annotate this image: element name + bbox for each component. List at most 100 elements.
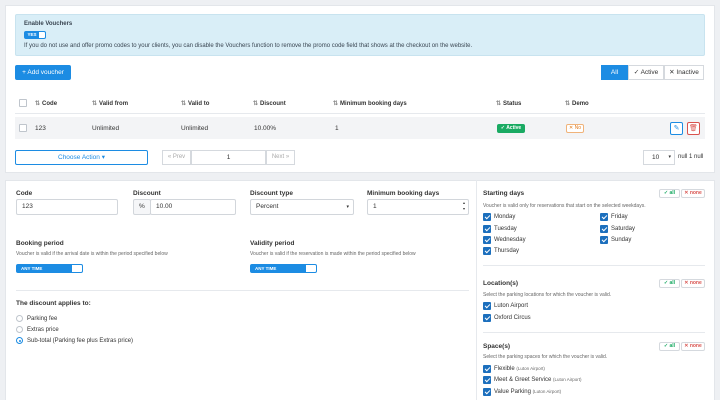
day-tuesday-label: Tuesday: [494, 226, 517, 232]
space-flexible-label: Flexible (Luton Airport): [494, 366, 545, 372]
edit-button[interactable]: ✎: [670, 122, 683, 135]
cell-code: 123: [35, 125, 46, 132]
space-meet-greet-checkbox[interactable]: [483, 376, 491, 384]
status-badge: ✓ Active: [497, 124, 525, 133]
sort-icon: ⇅: [181, 101, 187, 107]
day-friday-label: Friday: [611, 214, 628, 220]
enable-vouchers-toggle[interactable]: YES: [24, 31, 46, 39]
pagination-info: null 1 null: [678, 154, 704, 160]
min-days-label: Minimum booking days: [367, 190, 440, 197]
booking-period-value: ANY TIME: [17, 265, 72, 272]
locations-divider: [483, 332, 705, 333]
cell-min-days: 1: [335, 125, 339, 132]
row-checkbox[interactable]: [19, 124, 27, 132]
demo-badge: ✕ No: [566, 124, 584, 133]
applies-parking-radio[interactable]: [16, 315, 23, 322]
enable-vouchers-title: Enable Vouchers: [24, 21, 73, 27]
sort-icon: ⇅: [253, 101, 259, 107]
prev-page-button[interactable]: « Prev: [162, 150, 191, 165]
locations-help: Select the parking locations for which t…: [483, 292, 612, 298]
stepper-icon[interactable]: ▴ ▾: [463, 200, 465, 212]
days-select-none-button[interactable]: ✕ none: [681, 189, 705, 198]
discount-type-label: Discount type: [250, 190, 293, 197]
min-days-input[interactable]: 1 ▴ ▾: [367, 199, 469, 215]
applies-extras-radio[interactable]: [16, 326, 23, 333]
day-thursday-checkbox[interactable]: [483, 247, 491, 255]
space-meet-greet-label: Meet & Greet Service (Luton Airport): [494, 377, 582, 383]
applies-subtotal-radio[interactable]: [16, 337, 23, 344]
day-saturday-label: Saturday: [611, 226, 636, 232]
validity-period-toggle[interactable]: ANY TIME: [250, 264, 317, 273]
trash-icon: 🗑: [689, 125, 698, 132]
add-voucher-button[interactable]: + Add voucher: [15, 65, 71, 80]
sort-icon: ⇅: [35, 101, 41, 107]
col-code-header[interactable]: ⇅ Code: [35, 100, 57, 107]
filter-active-button[interactable]: ✓ Active: [628, 65, 664, 80]
col-min-days-header[interactable]: ⇅ Minimum booking days: [333, 100, 407, 107]
col-valid-to-header[interactable]: ⇅ Valid to: [181, 100, 209, 107]
sort-icon: ⇅: [496, 101, 502, 107]
discount-label: Discount: [133, 190, 161, 197]
spaces-help: Select the parking spaces for which the …: [483, 354, 608, 360]
vouchers-info-box: Enable Vouchers YES If you do not use an…: [15, 14, 705, 56]
day-sunday-label: Sunday: [611, 237, 632, 243]
sort-icon: ⇅: [92, 101, 98, 107]
toggle-yes-label: YES: [25, 32, 39, 38]
applies-parking-label: Parking fee: [27, 316, 58, 322]
locations-select-all-button[interactable]: ✓ all: [659, 279, 680, 288]
pencil-icon: ✎: [673, 125, 680, 132]
delete-button[interactable]: 🗑: [687, 122, 700, 135]
validity-period-value: ANY TIME: [251, 265, 306, 272]
day-saturday-checkbox[interactable]: [600, 225, 608, 233]
col-demo-header[interactable]: ⇅ Demo: [565, 100, 589, 107]
col-status-header[interactable]: ⇅ Status: [496, 100, 521, 107]
col-discount-header[interactable]: ⇅ Discount: [253, 100, 286, 107]
cell-discount: 10.00%: [254, 125, 277, 132]
cell-valid-to: Unlimited: [181, 125, 209, 132]
next-page-button[interactable]: Next »: [266, 150, 295, 165]
days-divider: [483, 265, 705, 266]
code-label: Code: [16, 190, 33, 197]
applies-to-label: The discount applies to:: [16, 300, 91, 307]
filter-all-button[interactable]: All: [601, 65, 628, 80]
filter-inactive-button[interactable]: ✕ Inactive: [664, 65, 704, 80]
locations-title: Location(s): [483, 280, 519, 287]
day-wednesday-label: Wednesday: [494, 237, 526, 243]
day-wednesday-checkbox[interactable]: [483, 236, 491, 244]
cell-valid-from: Unlimited: [92, 125, 120, 132]
location-luton-checkbox[interactable]: [483, 302, 491, 310]
discount-input[interactable]: 10.00: [150, 199, 236, 215]
day-thursday-label: Thursday: [494, 248, 520, 254]
discount-type-select[interactable]: Percent ▾: [250, 199, 354, 215]
per-page-select[interactable]: 10 ▾: [643, 150, 675, 165]
min-days-value: 1: [373, 203, 377, 210]
page-number-input[interactable]: 1: [191, 150, 266, 165]
space-value-parking-label: Value Parking (Luton Airport): [494, 389, 562, 395]
day-sunday-checkbox[interactable]: [600, 236, 608, 244]
discount-type-value: Percent: [256, 203, 279, 210]
location-luton-label: Luton Airport: [494, 303, 529, 309]
spaces-select-none-button[interactable]: ✕ none: [681, 342, 705, 351]
applies-subtotal-label: Sub-total (Parking fee plus Extras price…: [27, 338, 134, 344]
space-value-parking-checkbox[interactable]: [483, 388, 491, 396]
space-flexible-checkbox[interactable]: [483, 365, 491, 373]
select-all-checkbox[interactable]: [19, 99, 27, 107]
starting-days-title: Starting days: [483, 190, 525, 197]
location-oxford-checkbox[interactable]: [483, 314, 491, 322]
code-input[interactable]: 123: [16, 199, 118, 215]
days-select-all-button[interactable]: ✓ all: [659, 189, 680, 198]
spaces-select-all-button[interactable]: ✓ all: [659, 342, 680, 351]
applies-extras-label: Extras price: [27, 327, 59, 333]
day-friday-checkbox[interactable]: [600, 213, 608, 221]
day-monday-checkbox[interactable]: [483, 213, 491, 221]
locations-select-none-button[interactable]: ✕ none: [681, 279, 705, 288]
chevron-down-icon: ▾: [346, 204, 349, 210]
vouchers-description: If you do not use and offer promo codes …: [24, 43, 473, 49]
choose-action-dropdown[interactable]: Choose Action ▾: [15, 150, 148, 165]
discount-unit: %: [133, 199, 151, 215]
booking-period-help: Voucher is valid if the arrival date is …: [16, 251, 168, 257]
day-tuesday-checkbox[interactable]: [483, 225, 491, 233]
col-valid-from-header[interactable]: ⇅ Valid from: [92, 100, 128, 107]
validity-period-help: Voucher is valid if the reservation is m…: [250, 251, 416, 257]
booking-period-toggle[interactable]: ANY TIME: [16, 264, 83, 273]
